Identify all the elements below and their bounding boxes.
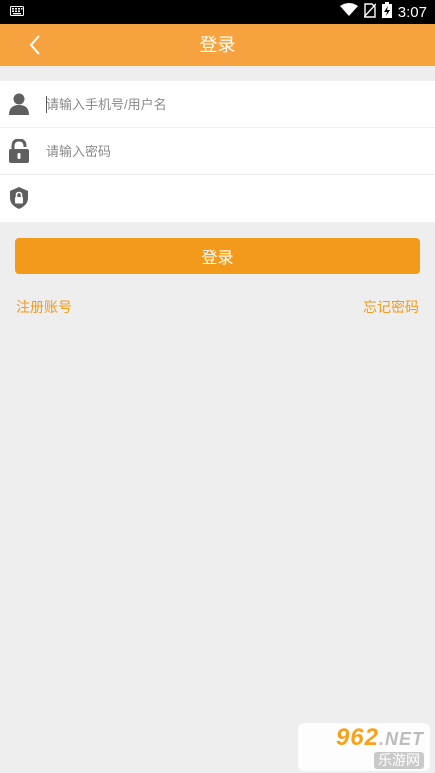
login-form	[0, 81, 435, 222]
password-input[interactable]	[46, 128, 425, 174]
keyboard-icon	[10, 3, 24, 21]
register-link[interactable]: 注册账号	[16, 297, 72, 317]
lock-icon	[8, 139, 30, 163]
shield-lock-icon	[8, 186, 30, 210]
status-time: 3:07	[397, 3, 427, 21]
watermark-brand: 962	[335, 724, 379, 751]
forgot-password-link[interactable]: 忘记密码	[363, 297, 419, 317]
captcha-input[interactable]	[46, 175, 425, 221]
app-bar: 登录	[0, 24, 435, 66]
text-cursor	[46, 96, 47, 113]
login-button[interactable]: 登录	[15, 238, 420, 274]
status-bar: 3:07	[0, 0, 435, 24]
user-icon	[8, 92, 30, 116]
no-sim-icon	[363, 2, 377, 22]
watermark-suffix: .NET	[378, 729, 424, 749]
watermark-subtitle: 乐游网	[374, 752, 424, 769]
username-row	[0, 81, 435, 128]
battery-charging-icon	[381, 2, 392, 22]
username-input[interactable]	[46, 81, 425, 127]
password-row	[0, 128, 435, 175]
wifi-icon	[339, 3, 358, 21]
watermark-logo: 962.NET 乐游网	[298, 723, 430, 771]
captcha-row	[0, 175, 435, 222]
page-title: 登录	[199, 35, 236, 55]
